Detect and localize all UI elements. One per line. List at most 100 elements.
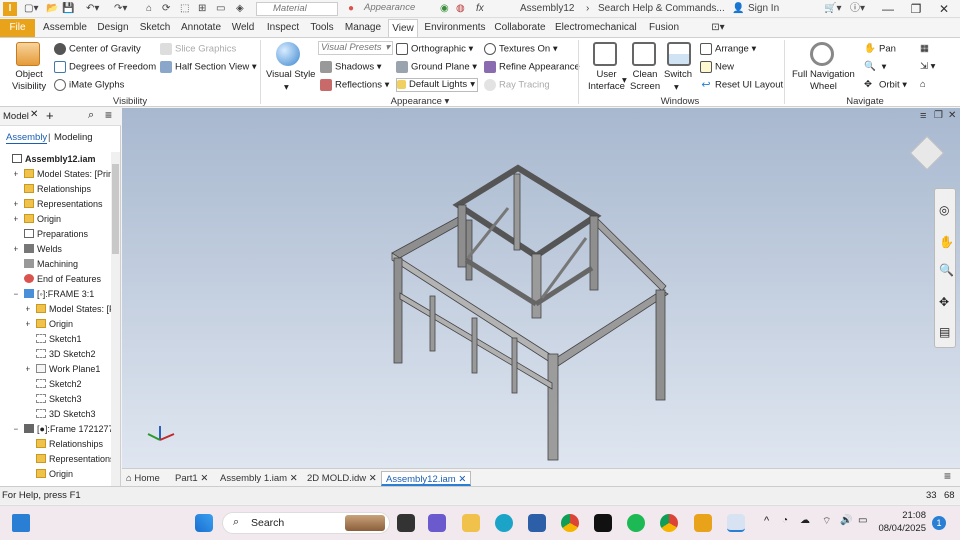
ribbon-options-icon[interactable]: ⊡▾ [706, 19, 730, 37]
tab-collaborate[interactable]: Collaborate [492, 19, 548, 37]
expand-icon[interactable]: − [14, 290, 22, 299]
expand-icon[interactable]: + [14, 200, 22, 209]
browser-menu-icon[interactable]: ≡ [105, 108, 112, 122]
tree-node[interactable]: 3D Sketch3 [26, 407, 112, 422]
material-combo[interactable]: Material [256, 2, 338, 16]
sign-in-link[interactable]: Sign In [748, 2, 779, 16]
expand-icon[interactable]: + [26, 320, 34, 329]
fx-button[interactable]: fx [476, 2, 484, 16]
tree-node[interactable]: Relationships [14, 182, 112, 197]
full-navigation-wheel-button[interactable]: Full Navigation Wheel [792, 69, 855, 93]
tree-node[interactable]: + Representations [14, 197, 112, 212]
notification-badge[interactable]: 1 [932, 516, 946, 530]
expand-icon[interactable]: + [14, 215, 22, 224]
center-of-gravity-button[interactable]: Center of Gravity [54, 43, 141, 56]
tray-cloud-icon[interactable]: ☁ [800, 515, 810, 526]
appearance-combo[interactable]: Appearance [358, 2, 432, 16]
tree-node[interactable]: + Model States: [Primary [14, 167, 112, 182]
tree-node[interactable]: + Welds [14, 242, 112, 257]
ground-plane-button[interactable]: Ground Plane ▾ [396, 61, 477, 74]
doc-tab-assembly12[interactable]: Assembly12.iam ✕ [381, 471, 472, 486]
restore-button[interactable]: ❐ [902, 0, 930, 18]
tree-node[interactable]: Sketch3 [26, 392, 112, 407]
browser-search-icon[interactable]: ⌕ [88, 109, 94, 122]
adjust-appearance-icon[interactable]: ◉ [440, 2, 449, 16]
shadows-button[interactable]: Shadows ▾ [320, 61, 382, 74]
reflections-button[interactable]: Reflections ▾ [320, 79, 389, 92]
tree-node[interactable]: End of Features [14, 272, 112, 287]
textures-on-button[interactable]: Textures On ▾ [484, 43, 558, 56]
expand-icon[interactable]: − [14, 425, 22, 434]
expand-icon[interactable]: + [26, 305, 34, 314]
close-tab-icon[interactable]: ✕ [458, 474, 466, 485]
tray-app-icon[interactable]: ◔ [782, 515, 788, 526]
nav-orbit-icon[interactable]: ✥ [939, 295, 949, 309]
expand-icon[interactable]: + [26, 365, 34, 374]
tradingview-icon[interactable] [594, 514, 612, 532]
minimize-button[interactable]: — [874, 0, 902, 18]
close-panel-icon[interactable]: ✕ [30, 109, 38, 120]
inventor-active-icon[interactable] [727, 514, 745, 532]
tray-chevron-icon[interactable]: ^ [764, 515, 769, 527]
orbit-button[interactable]: ✥ Orbit ▾ [864, 79, 907, 92]
half-section-view-button[interactable]: Half Section View ▾ [160, 61, 257, 74]
chrome-profile-icon[interactable] [660, 514, 678, 532]
graphics-viewport[interactable]: ≡ ❐ ✕ ◎ ✋ 🔍 ✥ ▤ [122, 108, 960, 468]
tab-weld[interactable]: Weld [230, 19, 256, 37]
tree-node[interactable]: 3D Sketch2 [26, 347, 112, 362]
tab-environments[interactable]: Environments [424, 19, 486, 37]
task-view-icon[interactable] [397, 514, 415, 532]
close-tab-icon[interactable]: ✕ [290, 473, 298, 484]
help-icon[interactable]: ⓘ▾ [850, 2, 865, 16]
clock-date[interactable]: 08/04/2025 [872, 523, 926, 534]
viewport-restore-icon[interactable]: ❐ [934, 110, 943, 121]
doc-tabs-menu-icon[interactable]: ≡ [944, 469, 951, 484]
tree-node[interactable]: Sketch1 [26, 332, 112, 347]
degrees-of-freedom-button[interactable]: Degrees of Freedom [54, 61, 156, 74]
tree-node[interactable]: − [◦]:FRAME 3:1 [14, 287, 112, 302]
expand-icon[interactable]: + [14, 170, 22, 179]
browser-tab-modeling[interactable]: Modeling [54, 132, 93, 143]
switch-dropdown-icon[interactable]: ▾ [674, 82, 679, 94]
visual-presets-dropdown[interactable]: Visual Presets ▾ [318, 41, 393, 55]
tree-node[interactable]: + Work Plane1 [26, 362, 112, 377]
switch-button[interactable]: Switch [664, 69, 692, 81]
tab-assemble[interactable]: Assemble [42, 19, 88, 37]
tree-node[interactable]: + Model States: [Prim [26, 302, 112, 317]
browser-scroll-thumb[interactable] [112, 164, 119, 254]
nav-pan-icon[interactable]: ✋ [939, 235, 954, 249]
tree-node[interactable]: + Origin [26, 317, 112, 332]
clear-appearance-icon[interactable]: ◍ [456, 2, 465, 16]
doc-tab-assembly1[interactable]: Assembly 1.iam ✕ [220, 471, 298, 486]
refine-appearance-button[interactable]: Refine Appearance [484, 61, 580, 74]
home-tab[interactable]: ⌂ Home [126, 471, 160, 486]
new-file-icon[interactable]: ▢▾ [24, 2, 38, 16]
inventor-logo-icon[interactable]: I [3, 2, 17, 16]
cube-icon[interactable]: ◈ [236, 2, 244, 16]
tree-node[interactable]: Preparations [14, 227, 112, 242]
browser-scrollbar[interactable] [111, 152, 120, 486]
tree-node[interactable]: Assembly12.iam [2, 152, 112, 167]
nav-zoom-icon[interactable]: 🔍 [939, 263, 954, 277]
view-face-icon[interactable]: ▦ [920, 43, 929, 55]
tree-node[interactable]: Sketch2 [26, 377, 112, 392]
user-interface-dropdown-icon[interactable]: ▾ [622, 75, 627, 87]
open-icon[interactable]: 📂 [46, 2, 58, 16]
tab-fusion-360[interactable]: Fusion 360 [640, 19, 688, 51]
zoom-button[interactable]: 🔍 ▾ [864, 61, 886, 74]
wifi-icon[interactable]: ⌔ [822, 515, 831, 528]
undo-icon[interactable]: ↶▾ [86, 2, 99, 16]
cart-icon[interactable]: 🛒▾ [824, 2, 841, 16]
tree-node[interactable]: − [●]:Frame 172127760 [14, 422, 112, 437]
tree-node[interactable]: + Origin [14, 212, 112, 227]
doc-tab-2d-mold[interactable]: 2D MOLD.idw ✕ [307, 471, 377, 486]
browser-tab-assembly[interactable]: Assembly [6, 132, 48, 144]
tree-node[interactable]: Machining [14, 257, 112, 272]
clean-screen-button[interactable]: Clean Screen [630, 69, 660, 93]
tab-annotate[interactable]: Annotate [179, 19, 223, 37]
reset-ui-layout-button[interactable]: ↩ Reset UI Layout [700, 79, 783, 92]
inventor-taskbar-icon[interactable] [694, 514, 712, 532]
help-search[interactable]: Search Help & Commands... [598, 2, 725, 16]
sketch-quick-icon[interactable]: ▭ [216, 2, 225, 16]
zoom-all-icon[interactable]: ⇲ ▾ [920, 61, 935, 73]
